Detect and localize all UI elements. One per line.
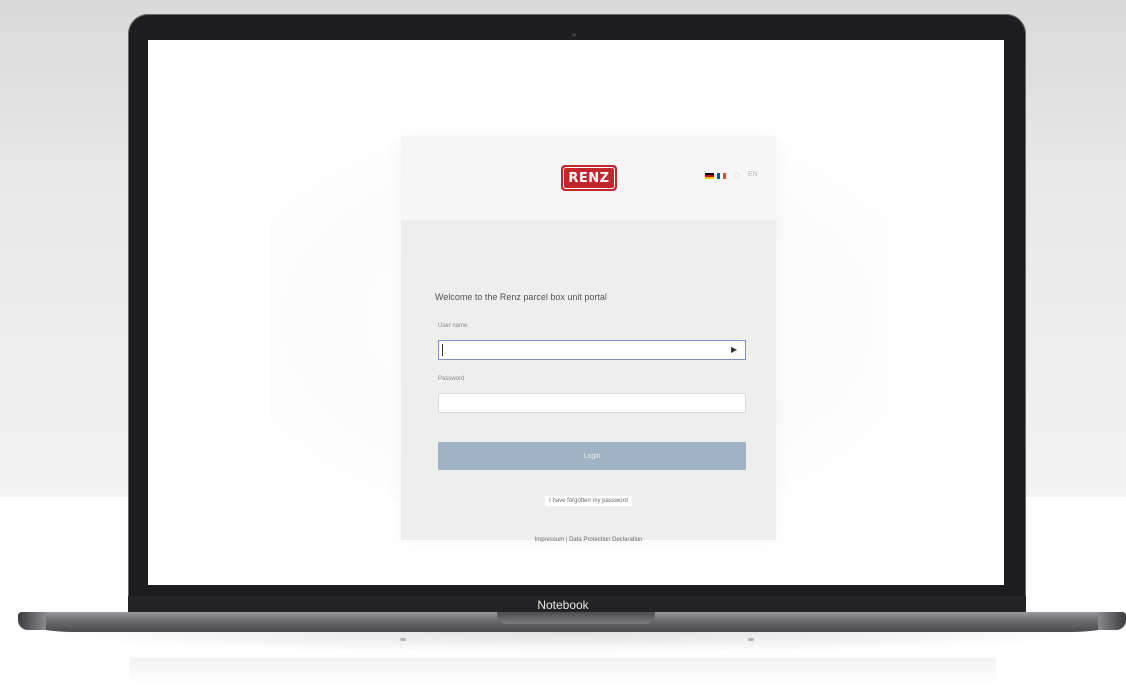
floor-reflection <box>130 658 996 686</box>
password-input[interactable] <box>438 393 746 413</box>
flag-germany-icon[interactable] <box>705 173 714 179</box>
laptop-foot-right <box>748 638 754 641</box>
username-input[interactable] <box>438 340 746 360</box>
renz-logo-text: RENZ <box>563 167 615 189</box>
forgot-password-link[interactable]: I have forgotten my password <box>545 496 632 506</box>
laptop-base-edge-left <box>18 612 46 630</box>
login-card-header: RENZ ◌ EN <box>401 136 776 220</box>
globe-icon[interactable]: ◌ <box>733 168 747 182</box>
base-shadow <box>30 632 1110 654</box>
laptop-base-edge-right <box>1098 612 1126 630</box>
device-label: Notebook <box>537 598 589 612</box>
laptop-foot-left <box>400 638 406 641</box>
username-label: User name <box>438 323 468 329</box>
welcome-title: Welcome to the Renz parcel box unit port… <box>435 292 607 302</box>
arrow-right-icon[interactable]: ▶ <box>731 345 741 355</box>
login-button[interactable]: Login <box>438 442 746 470</box>
laptop-screen: RENZ ◌ EN Welcome to the Renz parcel box… <box>148 40 1004 585</box>
laptop-notch <box>497 612 655 624</box>
renz-logo: RENZ <box>561 165 617 191</box>
password-label: Password <box>438 376 465 382</box>
webcam <box>572 33 576 37</box>
forgot-password-link-row: I have forgotten my password <box>401 496 776 506</box>
flag-france-icon[interactable] <box>717 173 726 179</box>
privacy-link[interactable]: Impressum | Data Protection Declaration <box>401 537 776 543</box>
language-label[interactable]: EN <box>748 171 758 178</box>
login-card: RENZ ◌ EN Welcome to the Renz parcel box… <box>401 136 776 543</box>
text-cursor <box>442 344 443 356</box>
